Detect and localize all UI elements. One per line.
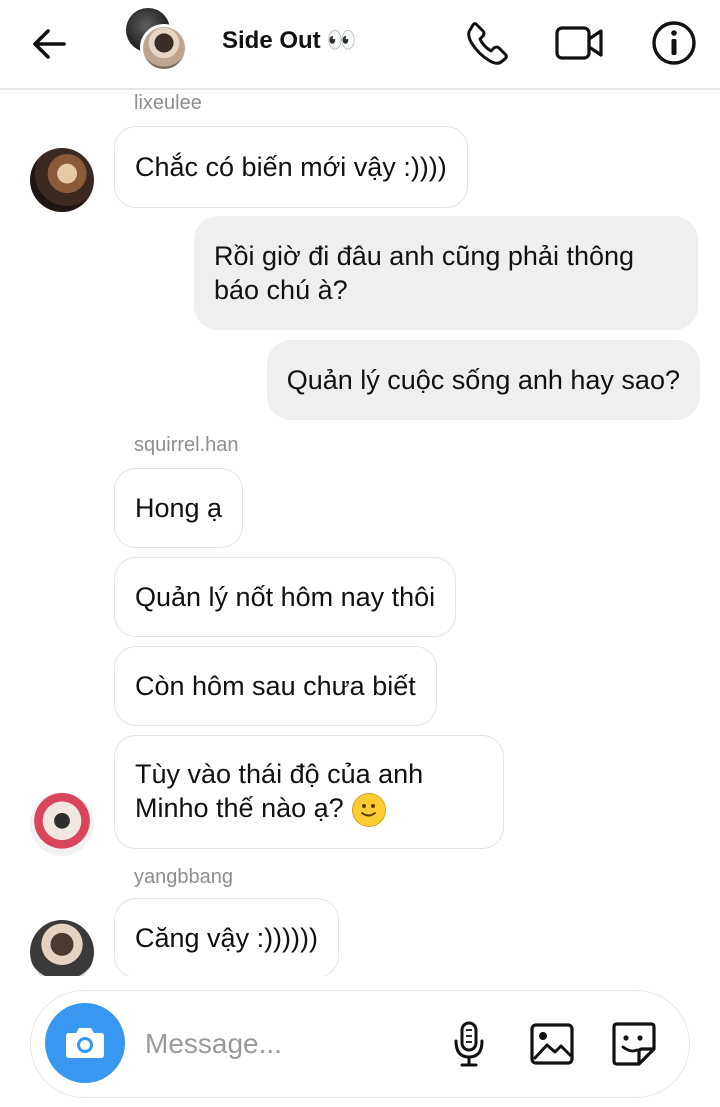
camera-button[interactable] — [45, 1003, 125, 1083]
message-bubble-incoming[interactable]: Còn hôm sau chưa biết — [114, 646, 437, 726]
message-text: Quản lý nốt hôm nay thôi — [135, 582, 436, 612]
back-button[interactable] — [28, 22, 72, 66]
message-bubble-incoming[interactable]: Chắc có biến mới vậy :)))) — [114, 126, 468, 208]
sender-name: lixeulee — [134, 92, 202, 114]
message-bubble-incoming[interactable]: Quản lý nốt hôm nay thôi — [114, 557, 457, 637]
chat-header: Side Out 👀 — [0, 0, 720, 90]
message-input[interactable] — [143, 1021, 427, 1067]
sticker-button[interactable] — [609, 1019, 659, 1069]
message-bubble-outgoing[interactable]: Rồi giờ đi đâu anh cũng phải thông báo c… — [194, 216, 698, 330]
group-avatar[interactable] — [126, 8, 190, 72]
camera-icon — [66, 1028, 104, 1058]
message-text: Còn hôm sau chưa biết — [135, 671, 416, 701]
chat-title[interactable]: Side Out 👀 — [222, 26, 357, 55]
message-bubble-incoming[interactable]: Hong ạ — [114, 468, 244, 548]
smiley-emoji-icon — [351, 792, 386, 827]
avatar-squirrel-han[interactable] — [30, 792, 94, 856]
video-camera-icon — [555, 26, 603, 60]
info-icon — [652, 21, 696, 65]
message-bubble-outgoing[interactable]: Quản lý cuộc sống anh hay sao? — [266, 340, 700, 420]
gallery-button[interactable] — [527, 1019, 577, 1069]
message-text: Căng vậy :)))))) — [135, 923, 319, 953]
message-text: Hong ạ — [135, 493, 223, 523]
eyes-emoji: 👀 — [326, 27, 357, 54]
voice-call-button[interactable] — [462, 18, 512, 68]
message-bubble-incoming[interactable]: Căng vậy :)))))) — [114, 898, 340, 976]
message-text: Chắc có biến mới vậy :)))) — [135, 152, 447, 182]
avatar-lixeulee[interactable] — [30, 148, 94, 212]
voice-message-button[interactable] — [445, 1019, 495, 1069]
message-bubble-incoming[interactable]: Tùy vào thái độ của anh Minho thế nào ạ? — [114, 735, 504, 849]
avatar-yangbbang[interactable] — [30, 920, 94, 976]
video-call-button[interactable] — [554, 18, 604, 68]
sender-name: yangbbang — [134, 866, 233, 888]
info-button[interactable] — [650, 18, 700, 68]
sender-name: squirrel.han — [134, 434, 239, 456]
sticker-icon — [612, 1022, 656, 1066]
message-text: Quản lý cuộc sống anh hay sao? — [286, 365, 680, 395]
back-arrow-icon — [33, 29, 66, 59]
gallery-icon — [530, 1023, 574, 1065]
microphone-icon — [454, 1021, 484, 1067]
group-avatar-front — [140, 24, 188, 72]
message-text: Rồi giờ đi đâu anh cũng phải thông báo c… — [214, 241, 635, 305]
message-text: Tùy vào thái độ của anh Minho thế nào ạ? — [135, 757, 483, 827]
chat-title-text: Side Out — [222, 27, 321, 54]
message-thread[interactable]: lixeulee Chắc có biến mới vậy :)))) Rồi … — [0, 90, 720, 976]
phone-icon — [467, 22, 508, 65]
message-composer — [30, 990, 690, 1098]
